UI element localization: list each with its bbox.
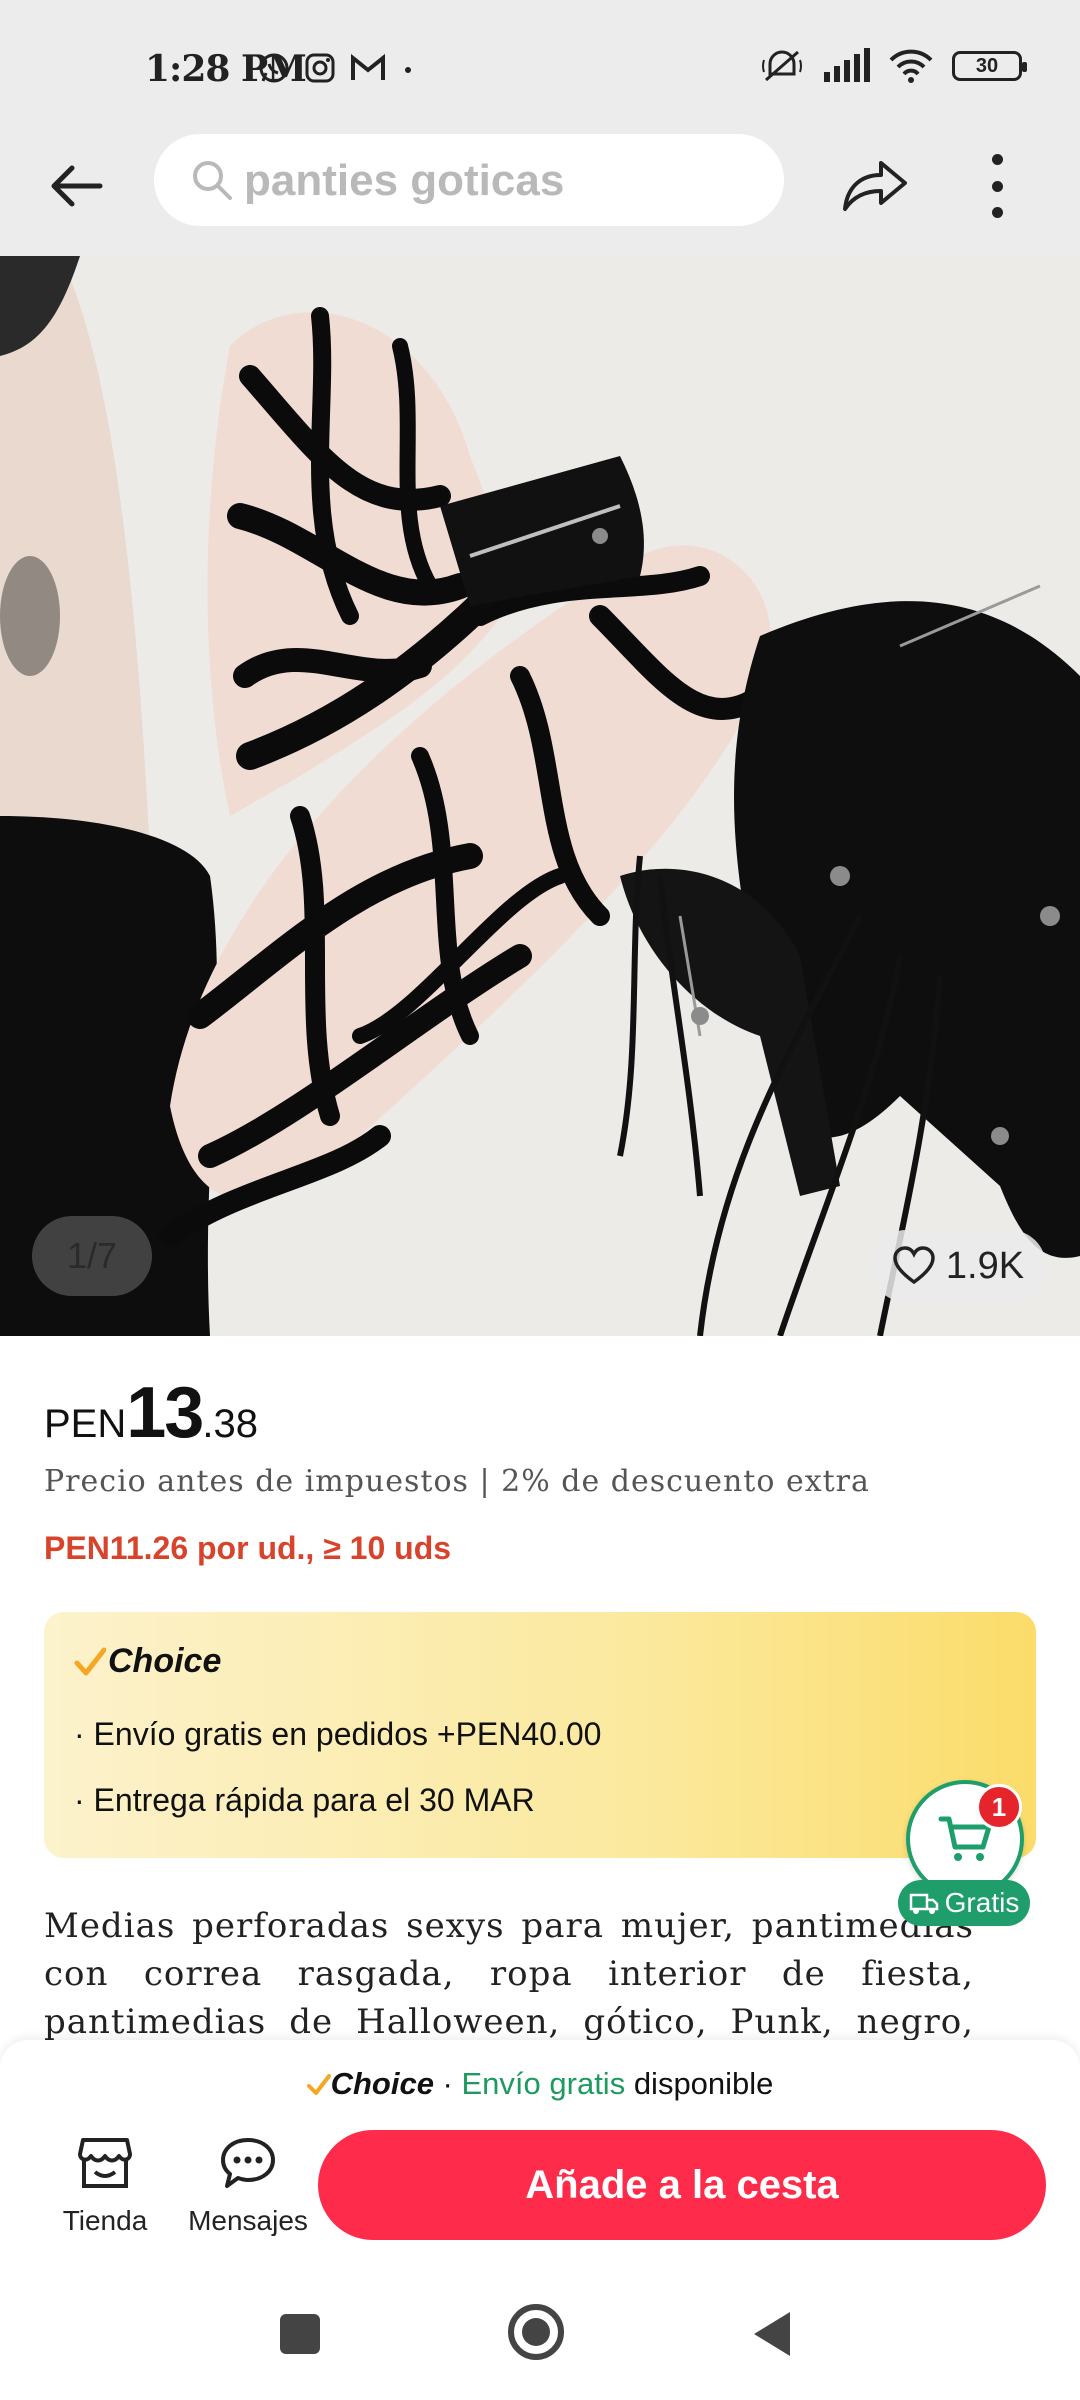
price-integer: 13 (126, 1373, 204, 1453)
product-photo (0, 256, 1080, 1336)
dot-icon (405, 67, 411, 73)
back-button[interactable] (44, 154, 108, 218)
product-image[interactable]: 1/7 1.9K (0, 256, 1080, 1336)
product-page: 1:28 PM 30 panties goticas 1/7 1.9K PEN … (0, 0, 1080, 2400)
free-badge-label: Gratis (944, 1887, 1020, 1918)
battery-level: 30 (975, 54, 999, 77)
choice-label: Choice (108, 1642, 222, 1680)
whatsapp-icon (259, 53, 289, 83)
mute-icon (762, 50, 802, 82)
banner-choice: Choice (330, 2066, 434, 2101)
banner-available: disponible (625, 2066, 774, 2101)
price: PEN 13 .38 (44, 1372, 258, 1454)
status-bar: 1:28 PM 30 (0, 0, 1080, 130)
bottom-action-bar: Choice · Envío gratis disponible Tienda … (0, 2040, 1080, 2280)
choice-shipping-card[interactable]: Choice · Envío gratis en pedidos +PEN40.… (44, 1612, 1036, 1858)
store-icon (78, 2138, 132, 2188)
more-options-button[interactable] (972, 148, 1022, 224)
tax-note: Precio antes de impuestos | 2% de descue… (44, 1464, 870, 1499)
system-icons: 30 (760, 46, 1027, 86)
truck-icon (909, 1893, 938, 1914)
choice-title: Choice (74, 1642, 221, 1681)
system-back-button[interactable] (754, 2312, 790, 2356)
check-icon (74, 1647, 106, 1675)
free-shipping-badge: Gratis (898, 1880, 1030, 1926)
free-shipping-line: · Envío gratis en pedidos +PEN40.00 (74, 1716, 602, 1752)
instagram-icon (305, 53, 335, 83)
top-navigation-bar: panties goticas (0, 130, 1080, 256)
fast-delivery-line: · Entrega rápida para el 30 MAR (74, 1782, 535, 1818)
system-navigation-bar (0, 2280, 1080, 2400)
wishlist-count: 1.9K (945, 1244, 1025, 1287)
store-label: Tienda (62, 2205, 148, 2236)
cart-count-badge: 1 (976, 1784, 1022, 1830)
price-decimal: .38 (202, 1402, 258, 1446)
heart-icon (893, 1246, 935, 1285)
recent-apps-button[interactable] (280, 2314, 320, 2354)
signal-icon (824, 48, 870, 82)
check-icon (306, 2074, 331, 2095)
price-currency: PEN (44, 1402, 127, 1446)
bulk-price: PEN11.26 por ud., ≥ 10 uds (44, 1530, 452, 1566)
wishlist-button[interactable]: 1.9K (870, 1230, 1046, 1302)
share-button[interactable] (836, 150, 916, 220)
shipping-banner: Choice · Envío gratis disponible (0, 2066, 1080, 2102)
arrow-left-icon (51, 165, 103, 207)
banner-free-shipping: Envío gratis (461, 2066, 626, 2101)
messages-label: Mensajes (188, 2205, 308, 2236)
more-dot-icon (991, 180, 1003, 192)
notification-icons (256, 50, 418, 86)
store-button[interactable]: Tienda (46, 2136, 164, 2237)
battery-icon: 30 (952, 51, 1027, 81)
search-icon (193, 161, 232, 200)
chat-icon (221, 2138, 275, 2188)
more-dot-icon (991, 207, 1003, 218)
image-counter: 1/7 (32, 1216, 152, 1296)
share-icon (843, 161, 907, 211)
gmail-icon (351, 53, 385, 80)
search-input[interactable]: panties goticas (154, 134, 784, 226)
search-query: panties goticas (244, 156, 565, 205)
home-button[interactable] (508, 2304, 564, 2360)
add-to-cart-button[interactable]: Añade a la cesta (318, 2130, 1046, 2240)
messages-button[interactable]: Mensajes (182, 2136, 314, 2237)
more-dot-icon (991, 154, 1003, 165)
banner-separator: · (433, 2066, 462, 2101)
wifi-icon (889, 49, 933, 83)
